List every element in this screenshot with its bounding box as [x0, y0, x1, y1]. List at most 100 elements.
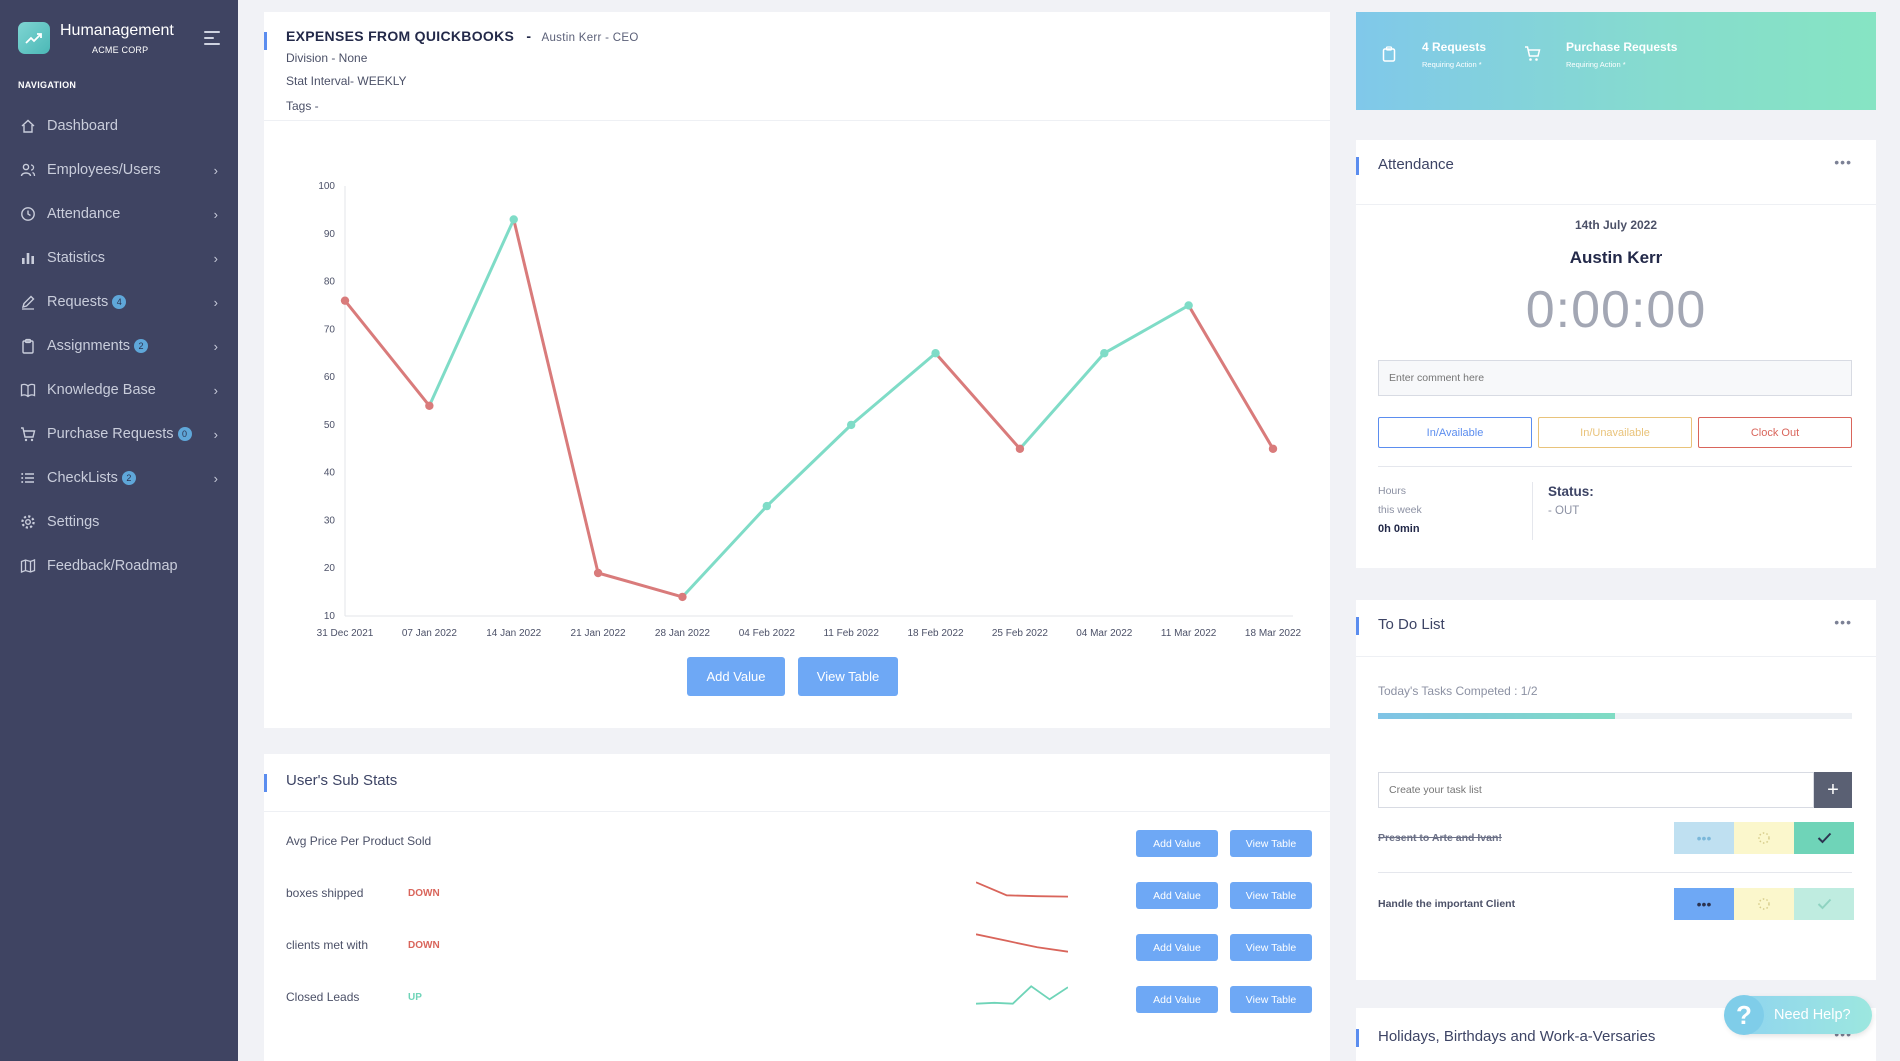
- comment-input[interactable]: [1378, 360, 1852, 396]
- more-dots-icon: •••: [1696, 896, 1712, 912]
- line-segment: [765, 423, 853, 508]
- need-help-button[interactable]: ? Need Help?: [1724, 995, 1872, 1035]
- add-value-button[interactable]: Add Value: [1136, 986, 1218, 1013]
- add-value-button[interactable]: Add Value: [1136, 830, 1218, 857]
- todo-complete-button[interactable]: [1794, 822, 1854, 854]
- in-available-button[interactable]: In/Available: [1378, 417, 1532, 448]
- sidebar-item-attendance[interactable]: Attendance ›: [0, 192, 238, 236]
- tasks-progress-bar: [1378, 713, 1852, 719]
- task-input[interactable]: [1378, 772, 1814, 808]
- sidebar-item-checklists[interactable]: CheckLists 2 ›: [0, 456, 238, 500]
- sidebar-item-badge: 2: [134, 339, 149, 353]
- sub-stat-name: clients met with: [286, 938, 369, 952]
- brand: Humanagement ACME CORP: [0, 0, 238, 62]
- in-unavailable-button[interactable]: In/Unavailable: [1538, 417, 1692, 448]
- sidebar-item-assignments[interactable]: Assignments 2 ›: [0, 324, 238, 368]
- line-segment: [934, 351, 1022, 451]
- attendance-menu-icon[interactable]: •••: [1834, 154, 1852, 170]
- add-task-button[interactable]: +: [1814, 772, 1852, 808]
- expenses-title-line: EXPENSES FROM QUICKBOOKS - Austin Kerr -…: [286, 28, 639, 44]
- attendance-timer: 0:00:00: [1525, 281, 1707, 339]
- purchase-requests-title: Purchase Requests: [1566, 40, 1678, 54]
- chevron-right-icon: ›: [213, 162, 218, 178]
- sub-stat-name: boxes shipped: [286, 886, 364, 900]
- title-separator: -: [526, 28, 532, 44]
- data-point: [1015, 444, 1025, 453]
- sub-stat-trend: DOWN: [408, 940, 440, 951]
- brand-logo-icon[interactable]: [18, 22, 50, 54]
- purchase-requests-link[interactable]: Purchase Requests Requiring Action *: [1566, 40, 1677, 69]
- sidebar-item-label: Dashboard: [47, 118, 118, 134]
- sidebar-item-feedback-roadmap[interactable]: Feedback/Roadmap: [0, 544, 238, 588]
- hours-label: Hours: [1378, 485, 1407, 497]
- users-icon: [20, 162, 36, 178]
- spinner-icon: [1758, 898, 1770, 910]
- todo-in-progress-button[interactable]: [1734, 888, 1794, 920]
- sub-stat-trend: UP: [408, 992, 422, 1003]
- menu-toggle-icon[interactable]: [204, 31, 222, 45]
- add-value-button[interactable]: Add Value: [1136, 882, 1218, 909]
- data-point: [340, 296, 350, 305]
- requests-count: 4 Requests: [1422, 40, 1487, 54]
- view-table-button[interactable]: View Table: [1230, 830, 1312, 857]
- line-segment: [849, 351, 938, 427]
- cart-icon: [20, 426, 36, 442]
- sidebar-item-statistics[interactable]: Statistics ›: [0, 236, 238, 280]
- clock-out-button[interactable]: Clock Out: [1698, 417, 1852, 448]
- x-tick-label: 04 Feb 2022: [739, 628, 796, 639]
- tasks-progress-label: Today's Tasks Competed : 1/2: [1378, 684, 1538, 698]
- status-value: - OUT: [1548, 505, 1580, 517]
- sub-stats-title: User's Sub Stats: [286, 772, 398, 789]
- sidebar: Humanagement ACME CORP NAVIGATION Dashbo…: [0, 0, 238, 1061]
- divider: [1356, 656, 1876, 657]
- view-table-button[interactable]: View Table: [798, 657, 898, 696]
- data-point: [1184, 301, 1193, 310]
- todo-pending-button[interactable]: •••: [1674, 888, 1734, 920]
- data-point: [1100, 349, 1109, 358]
- card-accent: [264, 32, 267, 50]
- sidebar-item-employees-users[interactable]: Employees/Users ›: [0, 148, 238, 192]
- sub-stats-card: User's Sub Stats Avg Price Per Product S…: [264, 754, 1330, 1061]
- x-tick-label: 21 Jan 2022: [571, 628, 626, 639]
- sidebar-item-dashboard[interactable]: Dashboard: [0, 104, 238, 148]
- expenses-owner: Austin Kerr - CEO: [541, 32, 639, 44]
- line-segment: [427, 217, 516, 408]
- view-table-button[interactable]: View Table: [1230, 882, 1312, 909]
- sub-stat-sparkline: [976, 985, 1068, 1005]
- x-tick-label: 18 Feb 2022: [907, 628, 964, 639]
- data-point: [425, 401, 434, 410]
- divider: [264, 120, 1330, 121]
- y-tick-label: 80: [324, 277, 336, 288]
- sidebar-item-label: Settings: [47, 514, 100, 530]
- attendance-status: Status: - OUT: [1548, 484, 1594, 517]
- y-tick-label: 50: [324, 420, 336, 431]
- cart-icon[interactable]: [1524, 46, 1541, 67]
- view-table-button[interactable]: View Table: [1230, 986, 1312, 1013]
- view-table-button[interactable]: View Table: [1230, 934, 1312, 961]
- todo-menu-icon[interactable]: •••: [1834, 614, 1852, 630]
- sidebar-item-label: Feedback/Roadmap: [47, 558, 178, 574]
- sidebar-item-settings[interactable]: Settings: [0, 500, 238, 544]
- x-tick-label: 11 Mar 2022: [1161, 628, 1217, 639]
- x-tick-label: 25 Feb 2022: [992, 628, 1049, 639]
- purchase-requests-sub: Requiring Action *: [1566, 60, 1626, 69]
- todo-complete-button[interactable]: [1794, 888, 1854, 920]
- sidebar-item-requests[interactable]: Requests 4 ›: [0, 280, 238, 324]
- add-value-button[interactable]: Add Value: [1136, 934, 1218, 961]
- spinner-icon: [1758, 832, 1770, 844]
- clipboard-icon[interactable]: [1382, 46, 1396, 67]
- todo-pending-button[interactable]: •••: [1674, 822, 1734, 854]
- add-value-button[interactable]: Add Value: [687, 657, 785, 696]
- requests-link[interactable]: 4 Requests Requiring Action *: [1422, 40, 1486, 69]
- chevron-right-icon: ›: [213, 206, 218, 222]
- chevron-right-icon: ›: [213, 338, 218, 354]
- sidebar-item-knowledge-base[interactable]: Knowledge Base ›: [0, 368, 238, 412]
- todo-in-progress-button[interactable]: [1734, 822, 1794, 854]
- attendance-title: Attendance: [1378, 156, 1454, 173]
- sidebar-item-badge: 2: [121, 471, 136, 485]
- sidebar-item-purchase-requests[interactable]: Purchase Requests 0 ›: [0, 412, 238, 456]
- check-icon: [1817, 832, 1831, 844]
- sidebar-item-label: Assignments: [47, 338, 131, 354]
- check-icon: [1817, 898, 1831, 910]
- data-point: [846, 420, 856, 430]
